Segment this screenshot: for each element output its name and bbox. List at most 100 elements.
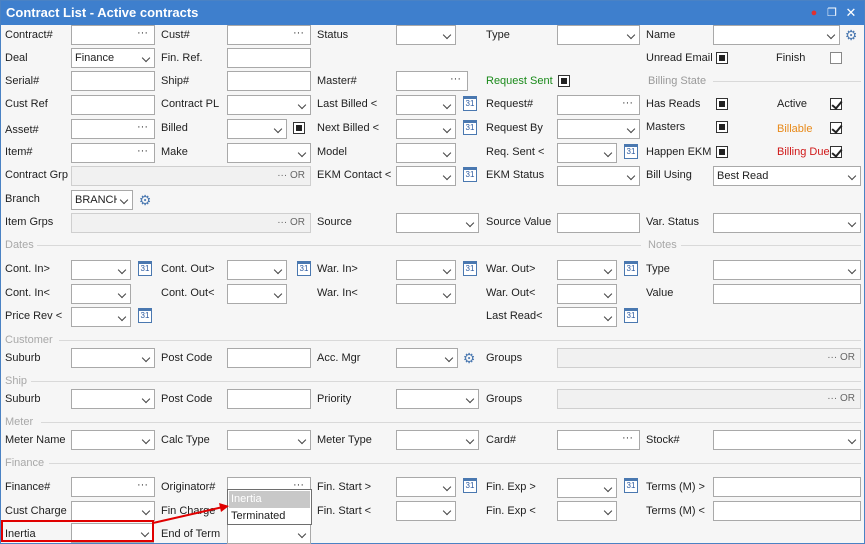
finish-checkbox[interactable] [830, 52, 842, 64]
label-terms-lt: Terms (M) < [646, 505, 705, 517]
billable-checkbox[interactable] [830, 122, 842, 134]
popup-option-terminated[interactable]: Terminated [229, 508, 310, 525]
customer-post-code-input[interactable] [227, 348, 311, 368]
cont-in-lt-dropdown[interactable] [71, 284, 131, 304]
gear-icon[interactable]: ⚙ [461, 350, 477, 366]
priority-dropdown[interactable] [396, 389, 479, 409]
calendar-icon[interactable]: 31 [138, 308, 152, 323]
make-dropdown[interactable] [227, 143, 311, 163]
name-dropdown[interactable] [713, 25, 840, 45]
notes-type-dropdown[interactable] [713, 260, 861, 280]
deal-dropdown[interactable]: Finance [71, 48, 155, 68]
source-value-input[interactable] [557, 213, 640, 233]
terms-lt-input[interactable] [713, 501, 861, 521]
card-no-input[interactable]: ··· [557, 430, 640, 450]
calendar-icon[interactable]: 31 [624, 478, 638, 493]
fin-exp-lt-dropdown[interactable] [557, 501, 617, 521]
var-status-dropdown[interactable] [713, 213, 861, 233]
customer-groups-input[interactable]: ··· OR [557, 348, 861, 368]
request-by-dropdown[interactable] [557, 119, 640, 139]
cust-no-input[interactable]: ··· [227, 25, 311, 45]
stock-no-dropdown[interactable] [713, 430, 861, 450]
label-meter-name: Meter Name [5, 434, 66, 446]
cont-out-lt-dropdown[interactable] [227, 284, 287, 304]
has-reads-checkbox[interactable] [716, 98, 728, 110]
master-no-input[interactable]: ··· [396, 71, 468, 91]
cust-ref-input[interactable] [71, 95, 155, 115]
contract-no-input[interactable]: ··· [71, 25, 155, 45]
status-dropdown[interactable] [396, 25, 456, 45]
gear-icon[interactable]: ⚙ [137, 192, 153, 208]
calendar-icon[interactable]: 31 [624, 308, 638, 323]
fin-start-gt-dropdown[interactable] [396, 477, 456, 497]
request-sent-checkbox[interactable] [558, 75, 570, 87]
calc-type-dropdown[interactable] [227, 430, 311, 450]
label-name: Name [646, 29, 676, 41]
cont-in-gt-dropdown[interactable] [71, 260, 131, 280]
end-of-term-dropdown[interactable] [227, 524, 311, 544]
cont-out-gt-dropdown[interactable] [227, 260, 287, 280]
calendar-icon[interactable]: 31 [138, 261, 152, 276]
war-out-gt-dropdown[interactable] [557, 260, 617, 280]
fin-start-lt-dropdown[interactable] [396, 501, 456, 521]
active-checkbox[interactable] [830, 98, 842, 110]
acc-mgr-dropdown[interactable] [396, 348, 458, 368]
terms-gt-input[interactable] [713, 477, 861, 497]
last-read-dropdown[interactable] [557, 307, 617, 327]
item-no-input[interactable]: ··· [71, 143, 155, 163]
model-dropdown[interactable] [396, 143, 456, 163]
masters-checkbox[interactable] [716, 121, 728, 133]
war-in-gt-dropdown[interactable] [396, 260, 456, 280]
cust-charge-dropdown[interactable] [71, 501, 155, 521]
happen-ekm-checkbox[interactable] [716, 146, 728, 158]
ship-no-input[interactable] [227, 71, 311, 91]
fin-ref-input[interactable] [227, 48, 311, 68]
serial-no-input[interactable] [71, 71, 155, 91]
calendar-icon[interactable]: 31 [624, 261, 638, 276]
price-rev-dropdown[interactable] [71, 307, 131, 327]
billed-checkbox[interactable] [293, 122, 305, 134]
next-billed-dropdown[interactable] [396, 119, 456, 139]
calendar-icon[interactable]: 31 [463, 167, 477, 182]
finance-no-input[interactable]: ··· [71, 477, 155, 497]
meter-name-dropdown[interactable] [71, 430, 155, 450]
unread-email-checkbox[interactable] [716, 52, 728, 64]
pin-icon[interactable]: ● [807, 6, 821, 20]
fin-exp-gt-dropdown[interactable] [557, 478, 617, 498]
calendar-icon[interactable]: 31 [297, 261, 311, 276]
ship-groups-input[interactable]: ··· OR [557, 389, 861, 409]
bill-using-dropdown[interactable]: Best Read [713, 166, 861, 186]
calendar-icon[interactable]: 31 [463, 96, 477, 111]
value-input[interactable] [713, 284, 861, 304]
calendar-icon[interactable]: 31 [463, 120, 477, 135]
billing-due-checkbox[interactable] [830, 146, 842, 158]
ship-suburb-dropdown[interactable] [71, 389, 155, 409]
popup-option-inertia[interactable]: Inertia [229, 491, 310, 508]
restore-icon[interactable]: ❐ [825, 6, 839, 20]
close-icon[interactable]: ✕ [844, 6, 858, 20]
ekm-contact-dropdown[interactable] [396, 166, 456, 186]
war-out-lt-dropdown[interactable] [557, 284, 617, 304]
req-sent-dropdown[interactable] [557, 143, 617, 163]
billed-dropdown[interactable] [227, 119, 287, 139]
war-in-lt-dropdown[interactable] [396, 284, 456, 304]
label-asset-no: Asset# [5, 124, 39, 136]
label-price-rev: Price Rev < [5, 310, 63, 322]
last-billed-dropdown[interactable] [396, 95, 456, 115]
calendar-icon[interactable]: 31 [463, 478, 477, 493]
ship-post-code-input[interactable] [227, 389, 311, 409]
calendar-icon[interactable]: 31 [463, 261, 477, 276]
meter-type-dropdown[interactable] [396, 430, 479, 450]
gear-icon[interactable]: ⚙ [843, 27, 859, 43]
source-dropdown[interactable] [396, 213, 479, 233]
customer-suburb-dropdown[interactable] [71, 348, 155, 368]
contract-grp-input[interactable]: ··· OR [71, 166, 311, 186]
contract-pl-dropdown[interactable] [227, 95, 311, 115]
asset-no-input[interactable]: ··· [71, 119, 155, 139]
type-dropdown[interactable] [557, 25, 640, 45]
item-grps-input[interactable]: ··· OR [71, 213, 311, 233]
ekm-status-dropdown[interactable] [557, 166, 640, 186]
request-no-input[interactable]: ··· [557, 95, 640, 115]
branch-dropdown[interactable]: BRANCH1 [71, 190, 133, 210]
calendar-icon[interactable]: 31 [624, 144, 638, 159]
